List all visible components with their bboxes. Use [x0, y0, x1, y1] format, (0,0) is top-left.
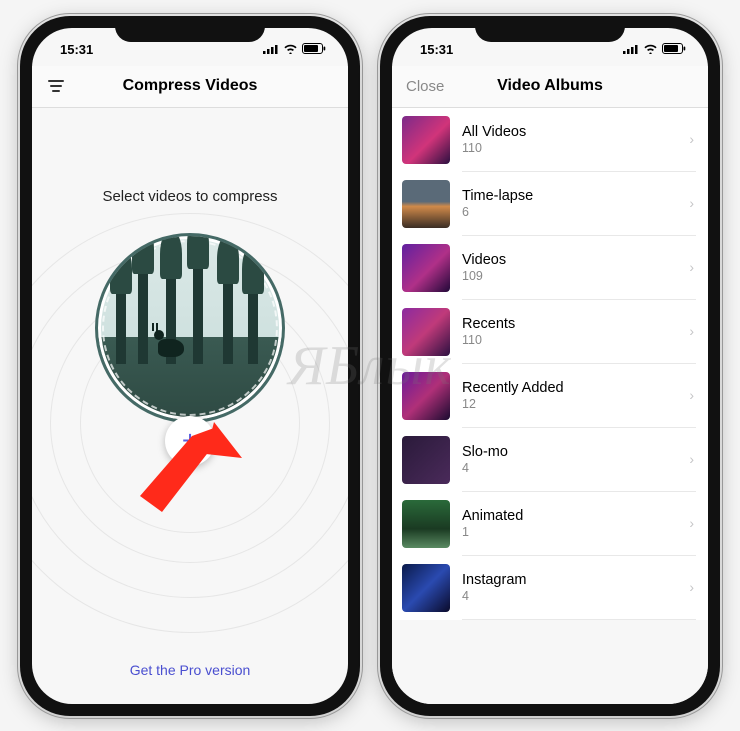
forest-illustration[interactable] [95, 233, 285, 423]
album-count: 12 [462, 397, 678, 411]
get-pro-link[interactable]: Get the Pro version [32, 662, 348, 678]
album-row[interactable]: Videos 109 › [392, 236, 708, 300]
page-title: Compress Videos [96, 77, 284, 95]
album-thumbnail [402, 500, 450, 548]
phone-right: 15:31 Close Video Albums [380, 16, 720, 716]
chevron-right-icon: › [689, 579, 694, 595]
album-count: 6 [462, 205, 678, 219]
plus-icon: + [182, 427, 198, 455]
album-count: 110 [462, 333, 678, 347]
album-name: Instagram [462, 572, 678, 588]
album-name: Recently Added [462, 380, 678, 396]
album-list[interactable]: All Videos 110 › Time-lapse 6 › Videos 1… [392, 108, 708, 704]
album-count: 4 [462, 461, 678, 475]
chevron-right-icon: › [689, 323, 694, 339]
album-thumbnail [402, 116, 450, 164]
album-name: Videos [462, 252, 678, 268]
album-thumbnail [402, 308, 450, 356]
album-row[interactable]: Recents 110 › [392, 300, 708, 364]
wifi-icon [283, 42, 298, 57]
notch [115, 16, 265, 42]
select-videos-label: Select videos to compress [102, 188, 277, 205]
status-time: 15:31 [60, 42, 93, 57]
trees-decoration [98, 236, 282, 420]
status-icons [623, 42, 686, 57]
cellular-signal-icon [263, 42, 279, 57]
album-row[interactable]: All Videos 110 › [392, 108, 708, 172]
album-row[interactable]: Slo-mo 4 › [392, 428, 708, 492]
phone-left: 15:31 Compress Videos [20, 16, 360, 716]
album-count: 1 [462, 525, 678, 539]
album-row[interactable]: Time-lapse 6 › [392, 172, 708, 236]
main-content: Select videos to compress + Get the Pro … [32, 108, 348, 704]
album-count: 110 [462, 141, 678, 155]
album-count: 109 [462, 269, 678, 283]
notch [475, 16, 625, 42]
album-name: Recents [462, 316, 678, 332]
album-thumbnail [402, 180, 450, 228]
nav-bar: Close Video Albums [392, 66, 708, 108]
chevron-right-icon: › [689, 387, 694, 403]
wifi-icon [643, 42, 658, 57]
battery-icon [302, 42, 326, 57]
menu-button[interactable] [46, 80, 96, 92]
add-videos-button[interactable]: + [165, 416, 215, 466]
album-thumbnail [402, 244, 450, 292]
menu-icon [46, 80, 66, 92]
album-name: Slo-mo [462, 444, 678, 460]
chevron-right-icon: › [689, 195, 694, 211]
close-button[interactable]: Close [406, 78, 456, 95]
album-name: Time-lapse [462, 188, 678, 204]
cellular-signal-icon [623, 42, 639, 57]
album-name: Animated [462, 508, 678, 524]
chevron-right-icon: › [689, 451, 694, 467]
album-count: 4 [462, 589, 678, 603]
album-name: All Videos [462, 124, 678, 140]
album-thumbnail [402, 372, 450, 420]
status-time: 15:31 [420, 42, 453, 57]
album-row[interactable]: Recently Added 12 › [392, 364, 708, 428]
chevron-right-icon: › [689, 131, 694, 147]
album-thumbnail [402, 436, 450, 484]
album-thumbnail [402, 564, 450, 612]
nav-bar: Compress Videos [32, 66, 348, 108]
screen-right: 15:31 Close Video Albums [392, 28, 708, 704]
status-icons [263, 42, 326, 57]
page-title: Video Albums [456, 77, 644, 95]
album-row[interactable]: Animated 1 › [392, 492, 708, 556]
battery-icon [662, 42, 686, 57]
album-row[interactable]: Instagram 4 › [392, 556, 708, 620]
chevron-right-icon: › [689, 515, 694, 531]
screen-left: 15:31 Compress Videos [32, 28, 348, 704]
chevron-right-icon: › [689, 259, 694, 275]
